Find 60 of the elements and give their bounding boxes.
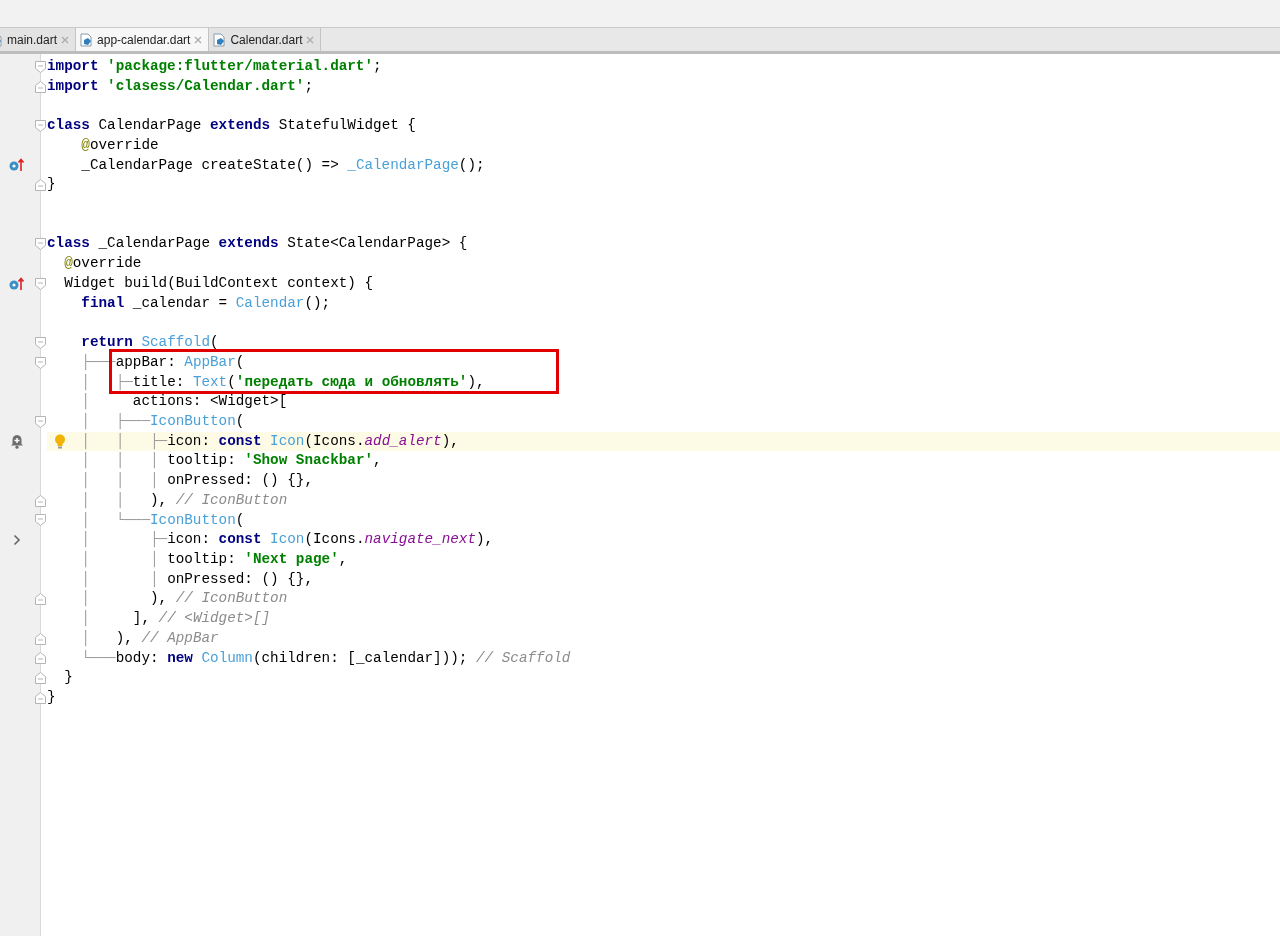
code-line: │ │ ├─icon: const Icon(Icons.add_alert),	[81, 432, 459, 449]
dart-file-icon	[213, 32, 227, 47]
fold-marker-icon[interactable]	[35, 494, 46, 507]
file-tab[interactable]: Calendar.dart	[209, 28, 322, 51]
fold-marker-icon[interactable]	[35, 336, 46, 349]
fold-marker-icon[interactable]	[35, 179, 46, 192]
code-line: }	[47, 689, 56, 705]
code-line: @override	[64, 255, 142, 272]
close-icon[interactable]	[61, 35, 70, 44]
code-line: │ ), // IconButton	[81, 590, 288, 607]
fold-marker-icon[interactable]	[35, 593, 46, 606]
code-line: │ │ tooltip: 'Next page',	[81, 550, 348, 567]
code-line: └───body: new Column(children: [_calendar])); // Scaffold	[81, 649, 571, 666]
fold-marker-icon[interactable]	[35, 238, 46, 251]
fold-marker-icon[interactable]	[35, 672, 46, 685]
code-line: │ │ ), // IconButton	[81, 491, 288, 508]
fold-marker-icon[interactable]	[35, 277, 46, 290]
code-line: │ ├─icon: const Icon(Icons.navigate_next),	[81, 531, 494, 548]
fold-marker-icon[interactable]	[35, 652, 46, 665]
chevron-right-icon[interactable]	[13, 534, 21, 547]
fold-marker-icon[interactable]	[35, 632, 46, 645]
file-tab[interactable]: app-calendar.dart	[76, 28, 210, 51]
close-icon[interactable]	[194, 35, 203, 44]
code-line: }	[47, 176, 56, 193]
code-line: Widget build(BuildContext context) {	[64, 274, 374, 291]
code-line: return Scaffold(	[81, 334, 219, 351]
fold-marker-icon[interactable]	[35, 80, 46, 93]
code-line: │ ├─title: Text('передать сюда и обновлять'),	[81, 373, 485, 390]
tab-label: app-calendar.dart	[97, 32, 191, 47]
code-line: _CalendarPage createState() => _CalendarPage();	[81, 156, 485, 173]
code-line: │ │ onPressed: () {},	[81, 570, 313, 587]
code-line: │ │ │ tooltip: 'Show Snackbar',	[81, 452, 382, 469]
fold-marker-icon[interactable]	[35, 415, 46, 428]
fold-marker-icon[interactable]	[35, 691, 46, 704]
code-line: import 'clasess/Calendar.dart';	[47, 77, 313, 94]
code-line: │ ), // AppBar	[81, 629, 219, 646]
fold-marker-icon[interactable]	[35, 514, 46, 527]
code-line: │ └───IconButton(	[81, 511, 245, 528]
fold-marker-icon[interactable]	[35, 356, 46, 369]
code-line: import 'package:flutter/material.dart';	[47, 58, 382, 74]
lightbulb-icon[interactable]	[54, 433, 66, 449]
code-line: }	[64, 669, 73, 686]
close-icon[interactable]	[306, 35, 315, 44]
code-line: │ ├───IconButton(	[81, 412, 245, 429]
dart-file-icon	[80, 32, 94, 47]
code-line: final _calendar = Calendar();	[81, 294, 331, 311]
fold-marker-icon[interactable]	[35, 60, 46, 73]
code-line: @override	[81, 136, 159, 153]
override-marker-icon[interactable]	[9, 158, 25, 173]
tab-label: main.dart	[7, 32, 58, 47]
code-line: │ actions: <Widget>[	[81, 393, 288, 410]
tab-label: Calendar.dart	[230, 32, 303, 47]
bell-plus-icon[interactable]	[10, 434, 24, 449]
file-tab[interactable]: main.dart	[0, 28, 77, 51]
override-marker-icon[interactable]	[9, 276, 25, 291]
code-line: │ ], // <Widget>[]	[81, 610, 271, 627]
code-line: class CalendarPage extends StatefulWidget {	[47, 117, 416, 134]
code-line: │ │ │ onPressed: () {},	[81, 472, 313, 489]
code-line: class _CalendarPage extends State<CalendarPage> {	[47, 235, 468, 252]
fold-marker-icon[interactable]	[35, 120, 46, 132]
